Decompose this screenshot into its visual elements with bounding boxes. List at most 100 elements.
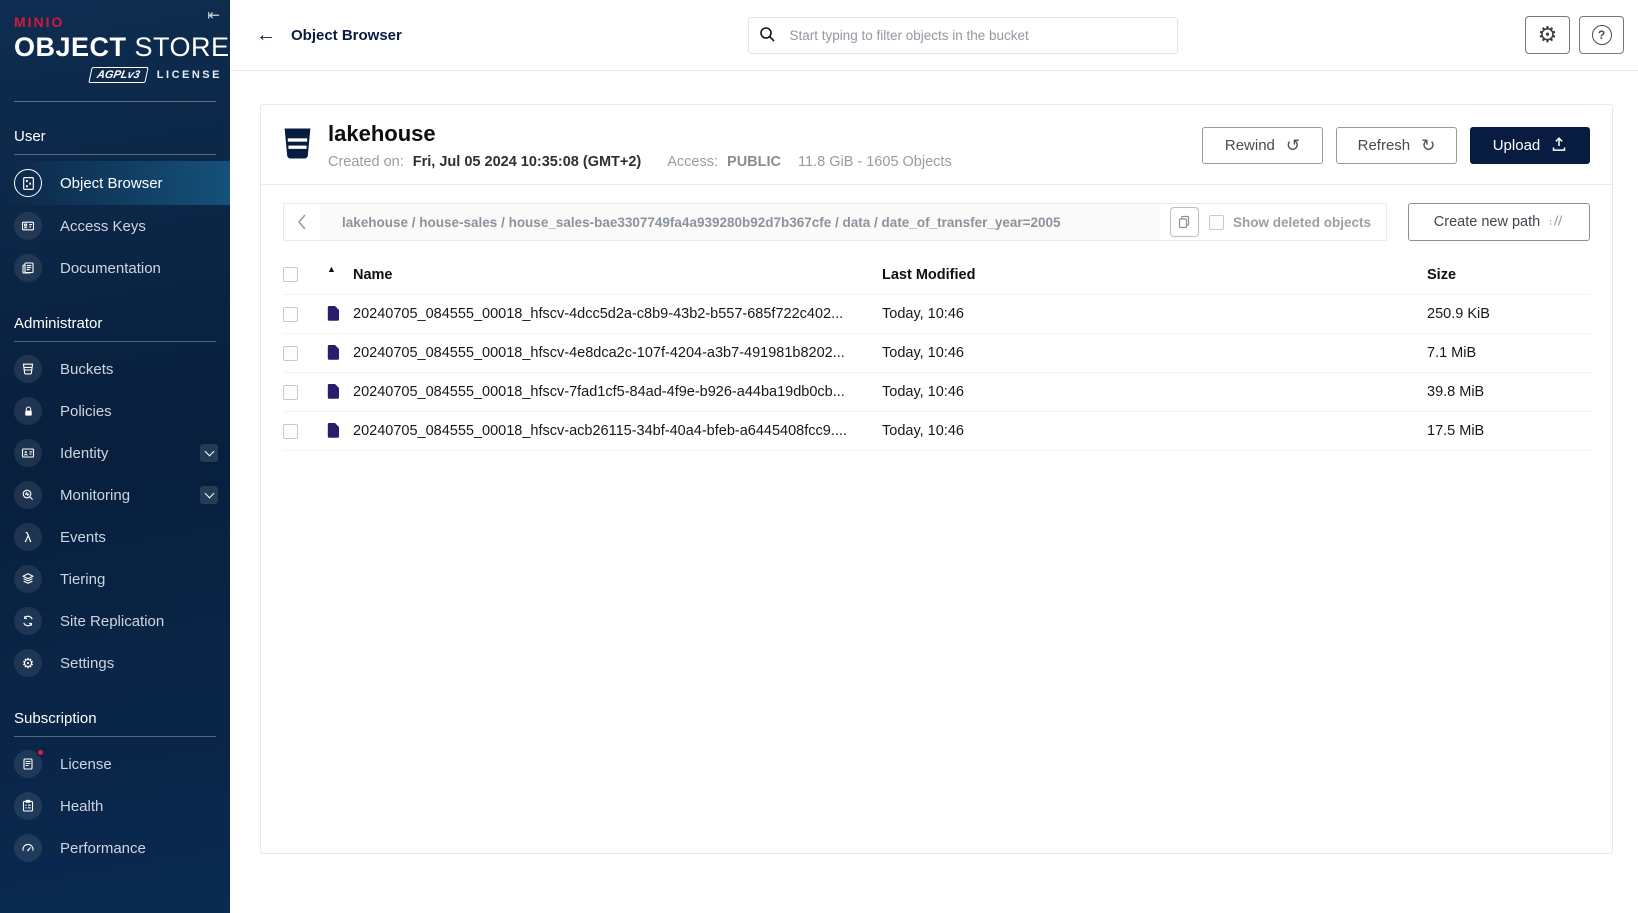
identity-icon xyxy=(14,439,42,467)
object-name[interactable]: 20240705_084555_00018_hfscv-4dcc5d2a-c8b… xyxy=(353,306,882,322)
settings-button[interactable]: ⚙ xyxy=(1525,16,1570,54)
back-arrow-icon[interactable]: ← xyxy=(256,25,276,45)
object-modified: Today, 10:46 xyxy=(882,306,1427,322)
rewind-label: Rewind xyxy=(1225,137,1275,154)
sidebar-item-label: License xyxy=(60,756,218,773)
rewind-button[interactable]: Rewind ↺ xyxy=(1202,127,1323,164)
sort-ascending-icon[interactable]: ▲ xyxy=(327,264,353,274)
table-header-row: ▲ Name Last Modified Size xyxy=(283,255,1590,295)
refresh-button[interactable]: Refresh ↻ xyxy=(1336,127,1457,164)
policies-icon xyxy=(14,397,42,425)
upload-button[interactable]: Upload xyxy=(1470,127,1590,164)
table-row[interactable]: 20240705_084555_00018_hfscv-4e8dca2c-107… xyxy=(283,334,1590,373)
agpl-badge: AGPLv3 xyxy=(88,67,148,83)
access-value: PUBLIC xyxy=(727,154,781,170)
buckets-icon xyxy=(14,355,42,383)
row-checkbox[interactable] xyxy=(283,346,298,361)
path-back-button[interactable] xyxy=(284,213,320,231)
product-name-bold: OBJECT xyxy=(14,32,127,62)
copy-path-button[interactable] xyxy=(1170,207,1199,237)
breadcrumb[interactable]: lakehouse / house-sales / house_sales-ba… xyxy=(320,204,1160,240)
row-checkbox[interactable] xyxy=(283,385,298,400)
section-title-administrator: Administrator xyxy=(0,315,230,332)
file-icon xyxy=(327,383,353,403)
create-new-path-button[interactable]: Create new path xyxy=(1408,203,1590,241)
bucket-name: lakehouse xyxy=(328,121,952,147)
file-icon xyxy=(327,422,353,442)
documentation-icon xyxy=(14,254,42,282)
sidebar-item-label: Documentation xyxy=(60,260,218,277)
license-text: LICENSE xyxy=(157,69,222,81)
sidebar-item-label: Policies xyxy=(60,403,218,420)
column-header-name[interactable]: Name xyxy=(353,267,882,283)
refresh-icon: ↻ xyxy=(1421,137,1435,154)
table-row[interactable]: 20240705_084555_00018_hfscv-4dcc5d2a-c8b… xyxy=(283,295,1590,334)
show-deleted-toggle[interactable]: Show deleted objects xyxy=(1209,215,1386,230)
file-icon xyxy=(327,305,353,325)
chevron-down-icon[interactable] xyxy=(200,486,218,504)
sidebar-item-label: Identity xyxy=(60,445,182,462)
sidebar-item-events[interactable]: λ Events xyxy=(0,516,230,558)
refresh-label: Refresh xyxy=(1358,137,1411,154)
sidebar-item-performance[interactable]: Performance xyxy=(0,827,230,869)
column-header-modified[interactable]: Last Modified xyxy=(882,267,1427,283)
main-area: ← Object Browser ⚙ ? lakehouse xyxy=(230,0,1638,913)
object-size: 250.9 KiB xyxy=(1427,306,1590,322)
sidebar-item-label: Performance xyxy=(60,840,218,857)
sidebar-item-buckets[interactable]: Buckets xyxy=(0,348,230,390)
sidebar-item-object-browser[interactable]: Object Browser xyxy=(0,161,230,205)
chevron-down-icon[interactable] xyxy=(200,444,218,462)
sidebar-item-tiering[interactable]: Tiering xyxy=(0,558,230,600)
object-name[interactable]: 20240705_084555_00018_hfscv-7fad1cf5-84a… xyxy=(353,384,882,400)
row-checkbox[interactable] xyxy=(283,307,298,322)
monitoring-icon xyxy=(14,481,42,509)
help-icon: ? xyxy=(1592,25,1612,45)
sidebar-item-documentation[interactable]: Documentation xyxy=(0,247,230,289)
sidebar-item-monitoring[interactable]: Monitoring xyxy=(0,474,230,516)
sidebar-item-policies[interactable]: Policies xyxy=(0,390,230,432)
sidebar-item-identity[interactable]: Identity xyxy=(0,432,230,474)
page-title: Object Browser xyxy=(291,27,402,44)
gear-icon: ⚙ xyxy=(1538,24,1558,46)
search-icon xyxy=(759,26,776,48)
object-name[interactable]: 20240705_084555_00018_hfscv-acb26115-34b… xyxy=(353,423,882,439)
access-keys-icon xyxy=(14,212,42,240)
object-modified: Today, 10:46 xyxy=(882,384,1427,400)
sidebar-item-label: Site Replication xyxy=(60,613,218,630)
divider xyxy=(14,101,216,102)
sidebar-item-settings[interactable]: ⚙ Settings xyxy=(0,642,230,684)
settings-icon: ⚙ xyxy=(14,649,42,677)
select-all-checkbox[interactable] xyxy=(283,267,298,282)
sidebar-item-license[interactable]: License xyxy=(0,743,230,785)
help-button[interactable]: ? xyxy=(1579,16,1624,54)
show-deleted-checkbox[interactable] xyxy=(1209,215,1224,230)
sidebar-item-site-replication[interactable]: Site Replication xyxy=(0,600,230,642)
column-header-size[interactable]: Size xyxy=(1427,267,1590,283)
minio-logo: MINIO OBJECT STORE AGPLv3 LICENSE xyxy=(0,0,230,83)
sidebar-item-access-keys[interactable]: Access Keys xyxy=(0,205,230,247)
section-title-user: User xyxy=(0,128,230,145)
sidebar-item-label: Access Keys xyxy=(60,218,218,235)
object-name[interactable]: 20240705_084555_00018_hfscv-4e8dca2c-107… xyxy=(353,345,882,361)
divider xyxy=(14,736,216,737)
filter-objects-input[interactable] xyxy=(748,17,1178,54)
upload-icon xyxy=(1551,136,1567,156)
new-path-icon xyxy=(1549,214,1564,231)
sidebar-item-label: Buckets xyxy=(60,361,218,378)
section-title-subscription: Subscription xyxy=(0,710,230,727)
object-browser-icon xyxy=(14,169,42,197)
brand-name: MINIO xyxy=(14,14,230,30)
table-row[interactable]: 20240705_084555_00018_hfscv-7fad1cf5-84a… xyxy=(283,373,1590,412)
created-label: Created on: xyxy=(328,154,404,170)
rewind-icon: ↺ xyxy=(1286,137,1300,154)
notification-dot xyxy=(36,748,45,757)
bucket-stats: 11.8 GiB - 1605 Objects xyxy=(798,154,952,170)
license-icon xyxy=(14,750,42,778)
tiering-icon xyxy=(14,565,42,593)
create-path-label: Create new path xyxy=(1434,214,1540,230)
collapse-sidebar-icon[interactable]: ⇤ xyxy=(207,6,220,24)
sidebar-item-label: Events xyxy=(60,529,218,546)
sidebar-item-health[interactable]: Health xyxy=(0,785,230,827)
row-checkbox[interactable] xyxy=(283,424,298,439)
table-row[interactable]: 20240705_084555_00018_hfscv-acb26115-34b… xyxy=(283,412,1590,451)
